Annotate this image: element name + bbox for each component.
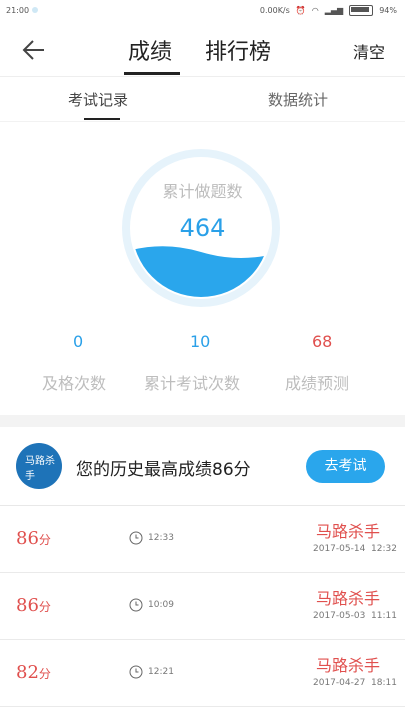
- pass-count-label: 及格次数: [42, 374, 107, 393]
- exam-count-label: 累计考试次数: [144, 374, 241, 393]
- record-title: 马路杀手: [316, 522, 381, 541]
- tab-exam-records[interactable]: 考试记录: [68, 89, 128, 110]
- signal-icon: ▂▄▆: [324, 6, 344, 15]
- top-header: 成绩 排行榜 清空: [0, 22, 405, 77]
- record-duration: 12:33: [148, 533, 174, 543]
- record-datetime: 2017-04-27 18:11: [313, 678, 397, 688]
- gauge-value: 464: [179, 214, 226, 242]
- tab-data-stats[interactable]: 数据统计: [268, 89, 328, 110]
- clock-icon: [129, 598, 143, 612]
- record-title: 马路杀手: [316, 656, 381, 675]
- record-score: 86分: [16, 528, 51, 549]
- best-score-row: 马路杀手 您的历史最高成绩86分 去考试: [0, 427, 405, 506]
- clock-icon: [129, 665, 143, 679]
- avatar-text: 马路杀手: [25, 456, 55, 482]
- clock-icon: [129, 531, 143, 545]
- status-right: 0.00K/s ⏰ ◠ ▂▄▆ 94%: [260, 5, 397, 16]
- battery-icon: [349, 5, 374, 16]
- network-speed: 0.00K/s: [259, 6, 290, 15]
- avatar: 马路杀手: [16, 443, 62, 489]
- score-prediction-value: 68: [312, 332, 333, 351]
- gauge-label: 累计做题数: [162, 182, 243, 201]
- record-row[interactable]: 82分 12:21 马路杀手 2017-04-27 18:11: [0, 640, 405, 707]
- alarm-icon: ⏰: [295, 6, 306, 15]
- section-divider: [0, 415, 405, 427]
- notification-icon: [32, 7, 38, 13]
- status-bar: 21:00 0.00K/s ⏰ ◠ ▂▄▆ 94%: [0, 0, 405, 22]
- go-exam-button[interactable]: 去考试: [306, 450, 385, 483]
- record-score: 82分: [16, 662, 51, 683]
- pass-count-value: 0: [73, 332, 84, 351]
- subtab-indicator: [84, 118, 120, 120]
- status-time: 21:00: [6, 6, 30, 15]
- back-arrow-icon[interactable]: [20, 36, 48, 64]
- record-datetime: 2017-05-03 11:11: [313, 611, 397, 621]
- record-datetime: 2017-05-14 12:32: [313, 544, 397, 554]
- score-prediction-label: 成绩预测: [285, 374, 350, 393]
- active-tab-indicator: [124, 72, 180, 75]
- tab-ranking[interactable]: 排行榜: [205, 34, 271, 66]
- record-duration: 10:09: [148, 600, 174, 610]
- battery-level: 94%: [379, 6, 397, 15]
- record-duration: 12:21: [148, 667, 174, 677]
- record-row[interactable]: 86分 12:33 马路杀手 2017-05-14 12:32: [0, 506, 405, 573]
- tab-score[interactable]: 成绩: [128, 34, 172, 66]
- sub-tabs: 考试记录 数据统计: [0, 77, 405, 122]
- wifi-icon: ◠: [311, 6, 319, 15]
- record-score: 86分: [16, 595, 51, 616]
- clear-button[interactable]: 清空: [353, 39, 385, 63]
- record-title: 马路杀手: [316, 589, 381, 608]
- record-row[interactable]: 86分 10:09 马路杀手 2017-05-03 11:11: [0, 573, 405, 640]
- best-score-text: 您的历史最高成绩86分: [76, 460, 251, 480]
- exam-count-value: 10: [190, 332, 211, 351]
